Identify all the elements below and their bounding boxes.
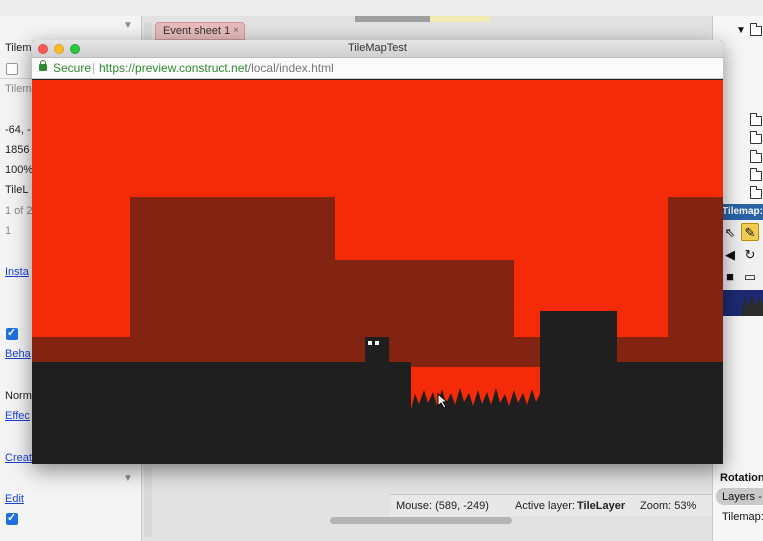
pit-floor [411, 408, 540, 464]
pencil-icon[interactable]: ✎ [741, 223, 759, 241]
panel-collapse-icon[interactable]: ▼ [123, 20, 133, 31]
active-layer-value: TileLayer [577, 500, 626, 512]
mouse-cursor-icon [437, 393, 449, 409]
tab-event-sheet[interactable]: Event sheet 1 × [155, 22, 245, 40]
mirror-icon[interactable]: ◀ [721, 246, 739, 264]
window-title: TileMapTest [348, 42, 407, 54]
prop-checkbox-2[interactable] [6, 326, 18, 340]
open-folder-icon[interactable]: ▭ [741, 268, 759, 286]
player-eye [375, 341, 379, 345]
prop-checkbox-1[interactable] [6, 63, 18, 75]
tilemap-bar-header: Tilemap: [719, 204, 763, 220]
folder-icon[interactable] [750, 150, 762, 163]
tileset-preview[interactable] [719, 290, 763, 316]
horizontal-scrollbar-thumb[interactable] [330, 517, 512, 524]
toolbar-segment-highlight [430, 16, 490, 22]
lock-icon [39, 60, 47, 71]
player-eye [368, 341, 372, 345]
game-canvas[interactable] [32, 80, 723, 464]
url-host: https://preview.construct.net [99, 61, 248, 75]
preview-browser-window: TileMapTest Secure https://preview.const… [32, 40, 723, 464]
tileset-spikes [741, 294, 763, 316]
rotate-icon[interactable]: ↻ [741, 246, 759, 264]
section-collapse-icon[interactable]: ▼ [123, 473, 133, 484]
url-path: /local/index.html [247, 61, 334, 75]
rotation-label: Rotation [720, 472, 763, 484]
background-hill-mid [335, 260, 514, 367]
close-icon[interactable]: × [233, 25, 239, 36]
address-bar[interactable]: Secure https://preview.construct.net/loc… [32, 58, 723, 79]
select-pointer-icon[interactable]: ⇖ [721, 224, 739, 242]
mouse-coordinates: Mouse: (589, -249) [396, 500, 489, 512]
tree-expand-icon[interactable]: ▼ [736, 25, 746, 36]
prop-checkbox-3[interactable] [6, 511, 18, 525]
folder-icon[interactable] [750, 168, 762, 181]
edit-link[interactable]: Edit [0, 493, 142, 505]
window-titlebar[interactable]: TileMapTest [32, 40, 723, 58]
background-hill-tall [130, 197, 335, 367]
folder-icon[interactable] [750, 113, 762, 126]
folder-icon[interactable] [750, 186, 762, 199]
tilemap-toolbar: ⇖ ✎ ◀ ↻ ■ ▭ [719, 220, 763, 290]
tilemap-layer-label: Tilemap: [722, 511, 763, 523]
desktop: ▼ Tilem Tilem -64, - 1856 100% TileL 1 o… [0, 0, 763, 541]
ground-right [617, 362, 723, 464]
active-layer-label: Active layer: [515, 500, 575, 512]
tab-layers[interactable]: Layers - [716, 488, 763, 505]
player-character[interactable] [365, 337, 389, 362]
folder-icon[interactable] [750, 23, 762, 36]
save-icon[interactable]: ■ [721, 268, 739, 286]
ground-left [32, 362, 411, 464]
tall-block-platform [540, 311, 617, 464]
spikes [411, 388, 540, 409]
folder-icon[interactable] [750, 131, 762, 144]
zoom-level: Zoom: 53% [640, 500, 697, 512]
status-bar: Mouse: (589, -249) Active layer: TileLay… [390, 494, 712, 516]
url-text[interactable]: https://preview.construct.net/local/inde… [99, 61, 334, 75]
toolbar-segment [355, 16, 430, 22]
background-hill-right [668, 197, 723, 367]
divider [93, 63, 94, 74]
secure-label: Secure [53, 61, 92, 75]
tab-event-sheet-label: Event sheet 1 [163, 25, 231, 37]
